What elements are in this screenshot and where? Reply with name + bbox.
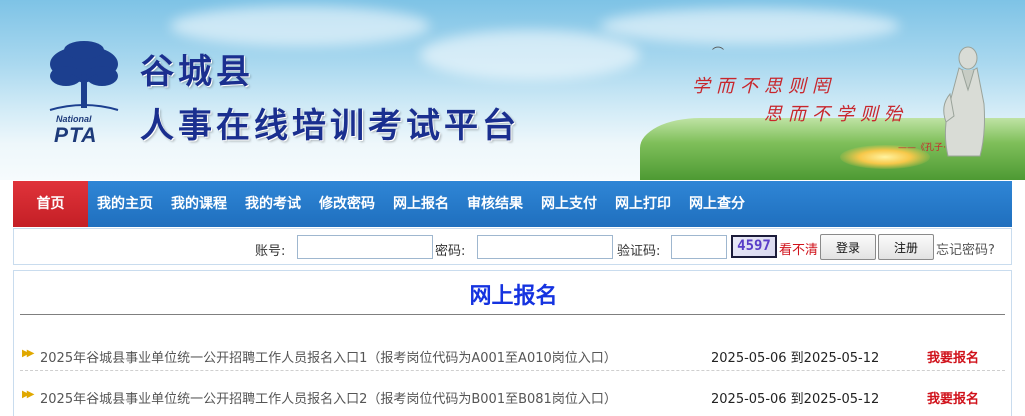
captcha-input[interactable] (671, 235, 727, 259)
title-divider (20, 314, 1005, 315)
registration-entry-link[interactable]: 2025年谷城县事业单位统一公开招聘工作人员报名入口1（报考岗位代码为A001至… (40, 347, 617, 366)
site-title-county: 谷城县 (140, 52, 254, 92)
motto-line-1: 学而不思则罔 (692, 76, 836, 97)
registration-date-range: 2025-05-06 到2025-05-12 (711, 351, 880, 366)
login-bar: 账号: 密码: 验证码: 4597 看不清 登录 注册 忘记密码? (13, 228, 1012, 265)
logo-pta-text: PTA (54, 124, 98, 147)
nav-item-score-query[interactable]: 网上查分 (680, 181, 754, 227)
nav-item-online-payment[interactable]: 网上支付 (532, 181, 606, 227)
password-input[interactable] (477, 235, 613, 259)
pta-logo: National PTA (44, 40, 124, 152)
login-button[interactable]: 登录 (820, 234, 876, 260)
apply-now-link[interactable]: 我要报名 (927, 388, 979, 407)
list-item: ▶▶ 2025年谷城县事业单位统一公开招聘工作人员报名入口2（报考岗位代码为B0… (14, 382, 1013, 412)
registration-date-range: 2025-05-06 到2025-05-12 (711, 392, 880, 407)
account-input[interactable] (297, 235, 433, 259)
register-button[interactable]: 注册 (878, 234, 934, 260)
site-title-platform: 人事在线培训考试平台 (140, 106, 520, 146)
captcha-refresh-link[interactable]: 看不清 (779, 239, 818, 258)
nav-item-change-password[interactable]: 修改密码 (310, 181, 384, 227)
row-divider (20, 370, 1005, 371)
bird-icon: ⌒ (712, 46, 725, 60)
main-nav: 首页 我的主页 我的课程 我的考试 修改密码 网上报名 审核结果 网上支付 网上… (13, 181, 1012, 227)
double-arrow-icon: ▶▶ (22, 389, 35, 400)
password-label: 密码: (435, 244, 466, 259)
header-banner: ⌒ National PTA 谷城县 人事在线培训考试平台 学而不思则罔 思而不… (0, 0, 1025, 180)
nav-item-my-courses[interactable]: 我的课程 (162, 181, 236, 227)
nav-item-online-registration[interactable]: 网上报名 (384, 181, 458, 227)
tree-icon (49, 41, 119, 111)
list-item: ▶▶ 2025年谷城县事业单位统一公开招聘工作人员报名入口1（报考岗位代码为A0… (14, 341, 1013, 371)
captcha-image[interactable]: 4597 (731, 235, 777, 258)
confucius-statue-icon (943, 46, 985, 157)
nav-item-my-exams[interactable]: 我的考试 (236, 181, 310, 227)
captcha-label: 验证码: (617, 244, 661, 259)
registration-entry-link[interactable]: 2025年谷城县事业单位统一公开招聘工作人员报名入口2（报考岗位代码为B001至… (40, 388, 617, 407)
nav-item-home[interactable]: 首页 (13, 181, 88, 227)
cloud-decoration (600, 8, 900, 44)
motto-line-2: 思而不学则殆 (764, 104, 908, 125)
cloud-decoration (420, 30, 640, 80)
apply-now-link[interactable]: 我要报名 (927, 347, 979, 366)
forgot-password-link[interactable]: 忘记密码? (936, 239, 995, 258)
cloud-decoration (170, 6, 430, 46)
account-label: 账号: (255, 244, 286, 259)
page-title: 网上报名 (469, 284, 558, 309)
nav-item-online-print[interactable]: 网上打印 (606, 181, 680, 227)
nav-item-review-results[interactable]: 审核结果 (458, 181, 532, 227)
registration-panel: 网上报名 ▶▶ 2025年谷城县事业单位统一公开招聘工作人员报名入口1（报考岗位… (13, 270, 1012, 416)
nav-item-my-homepage[interactable]: 我的主页 (88, 181, 162, 227)
double-arrow-icon: ▶▶ (22, 348, 35, 359)
logo-national-text: National (56, 114, 92, 124)
